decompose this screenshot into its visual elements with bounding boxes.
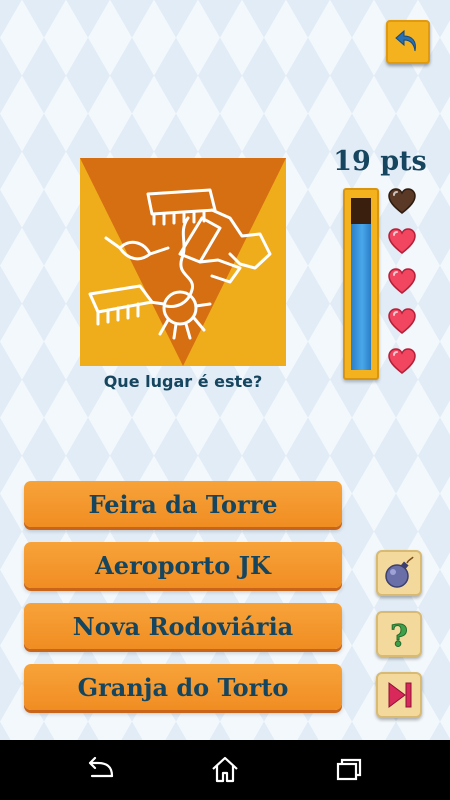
svg-text:?: ? — [390, 619, 408, 652]
nav-back-button[interactable] — [84, 754, 118, 784]
answer-list: Feira da Torre Aeroporto JK Nova Rodoviá… — [24, 481, 342, 725]
heart-icon — [387, 346, 417, 376]
answer-button-2[interactable]: Aeroporto JK — [24, 542, 342, 588]
heart-lost-icon — [387, 186, 417, 216]
time-bar-track — [351, 198, 371, 370]
nav-back-icon — [88, 756, 114, 778]
answer-button-1[interactable]: Feira da Torre — [24, 481, 342, 527]
hint-powerup-button[interactable]: ? — [376, 611, 422, 657]
answer-button-4[interactable]: Granja do Torto — [24, 664, 342, 710]
powerup-bar: ? — [376, 550, 424, 733]
nav-home-button[interactable] — [208, 754, 242, 784]
heart-icon — [387, 266, 417, 296]
skip-icon — [388, 682, 412, 708]
bomb-powerup-button[interactable] — [376, 550, 422, 596]
question-text: Que lugar é este? — [103, 372, 263, 391]
heart-icon — [387, 226, 417, 256]
nav-home-icon — [212, 756, 238, 783]
time-bar — [343, 188, 379, 380]
skip-powerup-button[interactable] — [376, 672, 422, 718]
heart-icon — [387, 306, 417, 336]
back-arrow-icon — [395, 29, 416, 52]
android-navigation-bar — [0, 740, 450, 800]
nav-recents-icon — [336, 758, 362, 781]
lives-indicator — [387, 186, 421, 386]
landmark-picture — [80, 158, 286, 366]
score-label: 19 pts — [333, 146, 427, 177]
time-bar-fill — [351, 223, 371, 370]
answer-button-3[interactable]: Nova Rodoviária — [24, 603, 342, 649]
bomb-icon — [385, 556, 414, 588]
nav-recents-button[interactable] — [332, 754, 366, 784]
back-button[interactable] — [386, 20, 430, 64]
question-mark-icon: ? — [390, 619, 409, 653]
